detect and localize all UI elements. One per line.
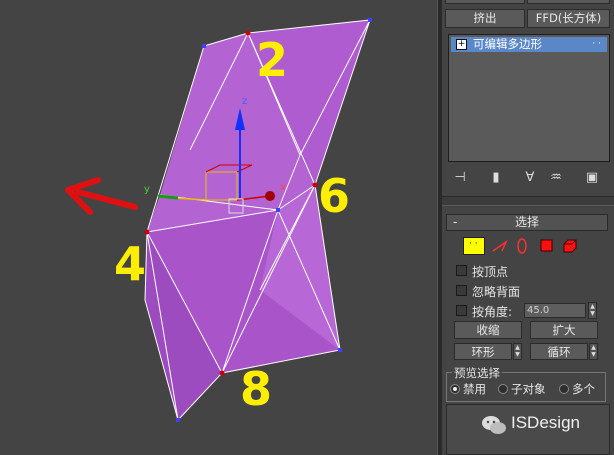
vertex-label-8: 8 [240, 362, 272, 416]
angle-spinner[interactable]: ▲ ▼ [588, 302, 597, 319]
selection-rollout-title: 选择 [514, 215, 539, 229]
preview-selection-label: 预览选择 [452, 365, 502, 381]
vertex-corner[interactable] [176, 418, 180, 422]
extrude-button[interactable]: 挤出 [445, 9, 525, 28]
vertex-label-6: 6 [318, 169, 350, 223]
ring-button[interactable]: 环形 [454, 343, 512, 360]
by-vertex-label: 按顶点 [472, 265, 509, 279]
modifier-stack-item-label: 可编辑多边形 [473, 37, 542, 51]
wechat-logo-icon [482, 416, 506, 434]
viewport-canvas[interactable]: z y x 2 6 4 8 [0, 0, 437, 455]
shrink-button[interactable]: 收缩 [454, 321, 522, 339]
command-panel: 挤出 FFD(长方体) + 可编辑多边形 · · ⊣ ▮ ∀ ♒ ▣ - 选择 … [442, 0, 614, 455]
gizmo-z-label: z [242, 96, 247, 107]
configure-modifier-sets-icon[interactable]: ▣ [582, 170, 602, 186]
preview-subobject-label: 子对象 [511, 382, 546, 396]
polygon-mode-icon[interactable] [537, 237, 559, 255]
ignore-backfacing-label: 忽略背面 [472, 285, 521, 299]
vertex-corner[interactable] [202, 44, 206, 48]
grow-button[interactable]: 扩大 [530, 321, 598, 339]
ffd-box-button[interactable]: FFD(长方体) [527, 9, 610, 28]
border-mode-icon[interactable] [512, 237, 534, 255]
preview-subobject-radio[interactable] [498, 384, 508, 394]
vertex-label-2: 2 [256, 33, 288, 87]
edge-mode-icon[interactable] [490, 237, 512, 255]
preview-disabled-label: 禁用 [463, 382, 486, 396]
subobject-indicator-icon: · · [592, 39, 601, 49]
top-cut-button[interactable] [445, 0, 525, 4]
make-unique-icon[interactable]: ∀ [520, 170, 540, 186]
loop-button[interactable]: 循环 [530, 343, 588, 360]
top-cut-button[interactable] [527, 0, 610, 4]
vertex-4[interactable] [144, 229, 150, 235]
show-end-result-icon[interactable]: ▮ [486, 170, 506, 186]
by-angle-checkbox[interactable] [456, 305, 467, 316]
gizmo-x-label: x [280, 182, 286, 193]
gizmo-y-label: y [144, 184, 150, 195]
vertex-label-4: 4 [114, 237, 146, 291]
vertex-6[interactable] [312, 182, 318, 188]
perspective-viewport[interactable]: z y x 2 6 4 8 [0, 0, 437, 455]
pin-stack-icon[interactable]: ⊣ [450, 170, 470, 186]
ignore-backfacing-checkbox[interactable] [456, 285, 467, 296]
by-vertex-checkbox[interactable] [456, 265, 467, 276]
selection-rollout-header[interactable]: - 选择 [446, 214, 608, 231]
by-angle-label: 按角度: [472, 305, 513, 319]
modifier-stack-item[interactable]: + 可编辑多边形 · · [451, 37, 607, 52]
panel-divider [442, 196, 614, 206]
vertex-corner[interactable] [368, 18, 372, 22]
preview-multi-label: 多个 [572, 382, 595, 396]
element-mode-icon[interactable] [560, 237, 582, 255]
selection-status-area: ISDesign [446, 404, 610, 455]
vertex-mode-icon[interactable]: · · [463, 237, 485, 255]
vertex-corner[interactable] [338, 348, 342, 352]
annotation-arrow [65, 177, 138, 215]
vertex-corner[interactable] [276, 208, 280, 212]
modifier-stack-list[interactable]: + 可编辑多边形 · · [448, 34, 610, 162]
watermark-text: ISDesign [511, 413, 580, 432]
angle-threshold-input[interactable] [524, 303, 586, 318]
remove-modifier-icon[interactable]: ♒ [546, 170, 566, 186]
y-axis[interactable] [157, 194, 179, 200]
vertex-8[interactable] [219, 370, 225, 376]
vertex-2[interactable] [245, 30, 251, 36]
x-axis-handle[interactable] [265, 191, 275, 201]
expand-icon[interactable]: + [456, 39, 467, 50]
loop-spinner[interactable]: ▲ ▼ [589, 343, 598, 360]
preview-multi-radio[interactable] [559, 384, 569, 394]
preview-disabled-radio[interactable] [450, 384, 460, 394]
ring-spinner[interactable]: ▲ ▼ [513, 343, 522, 360]
